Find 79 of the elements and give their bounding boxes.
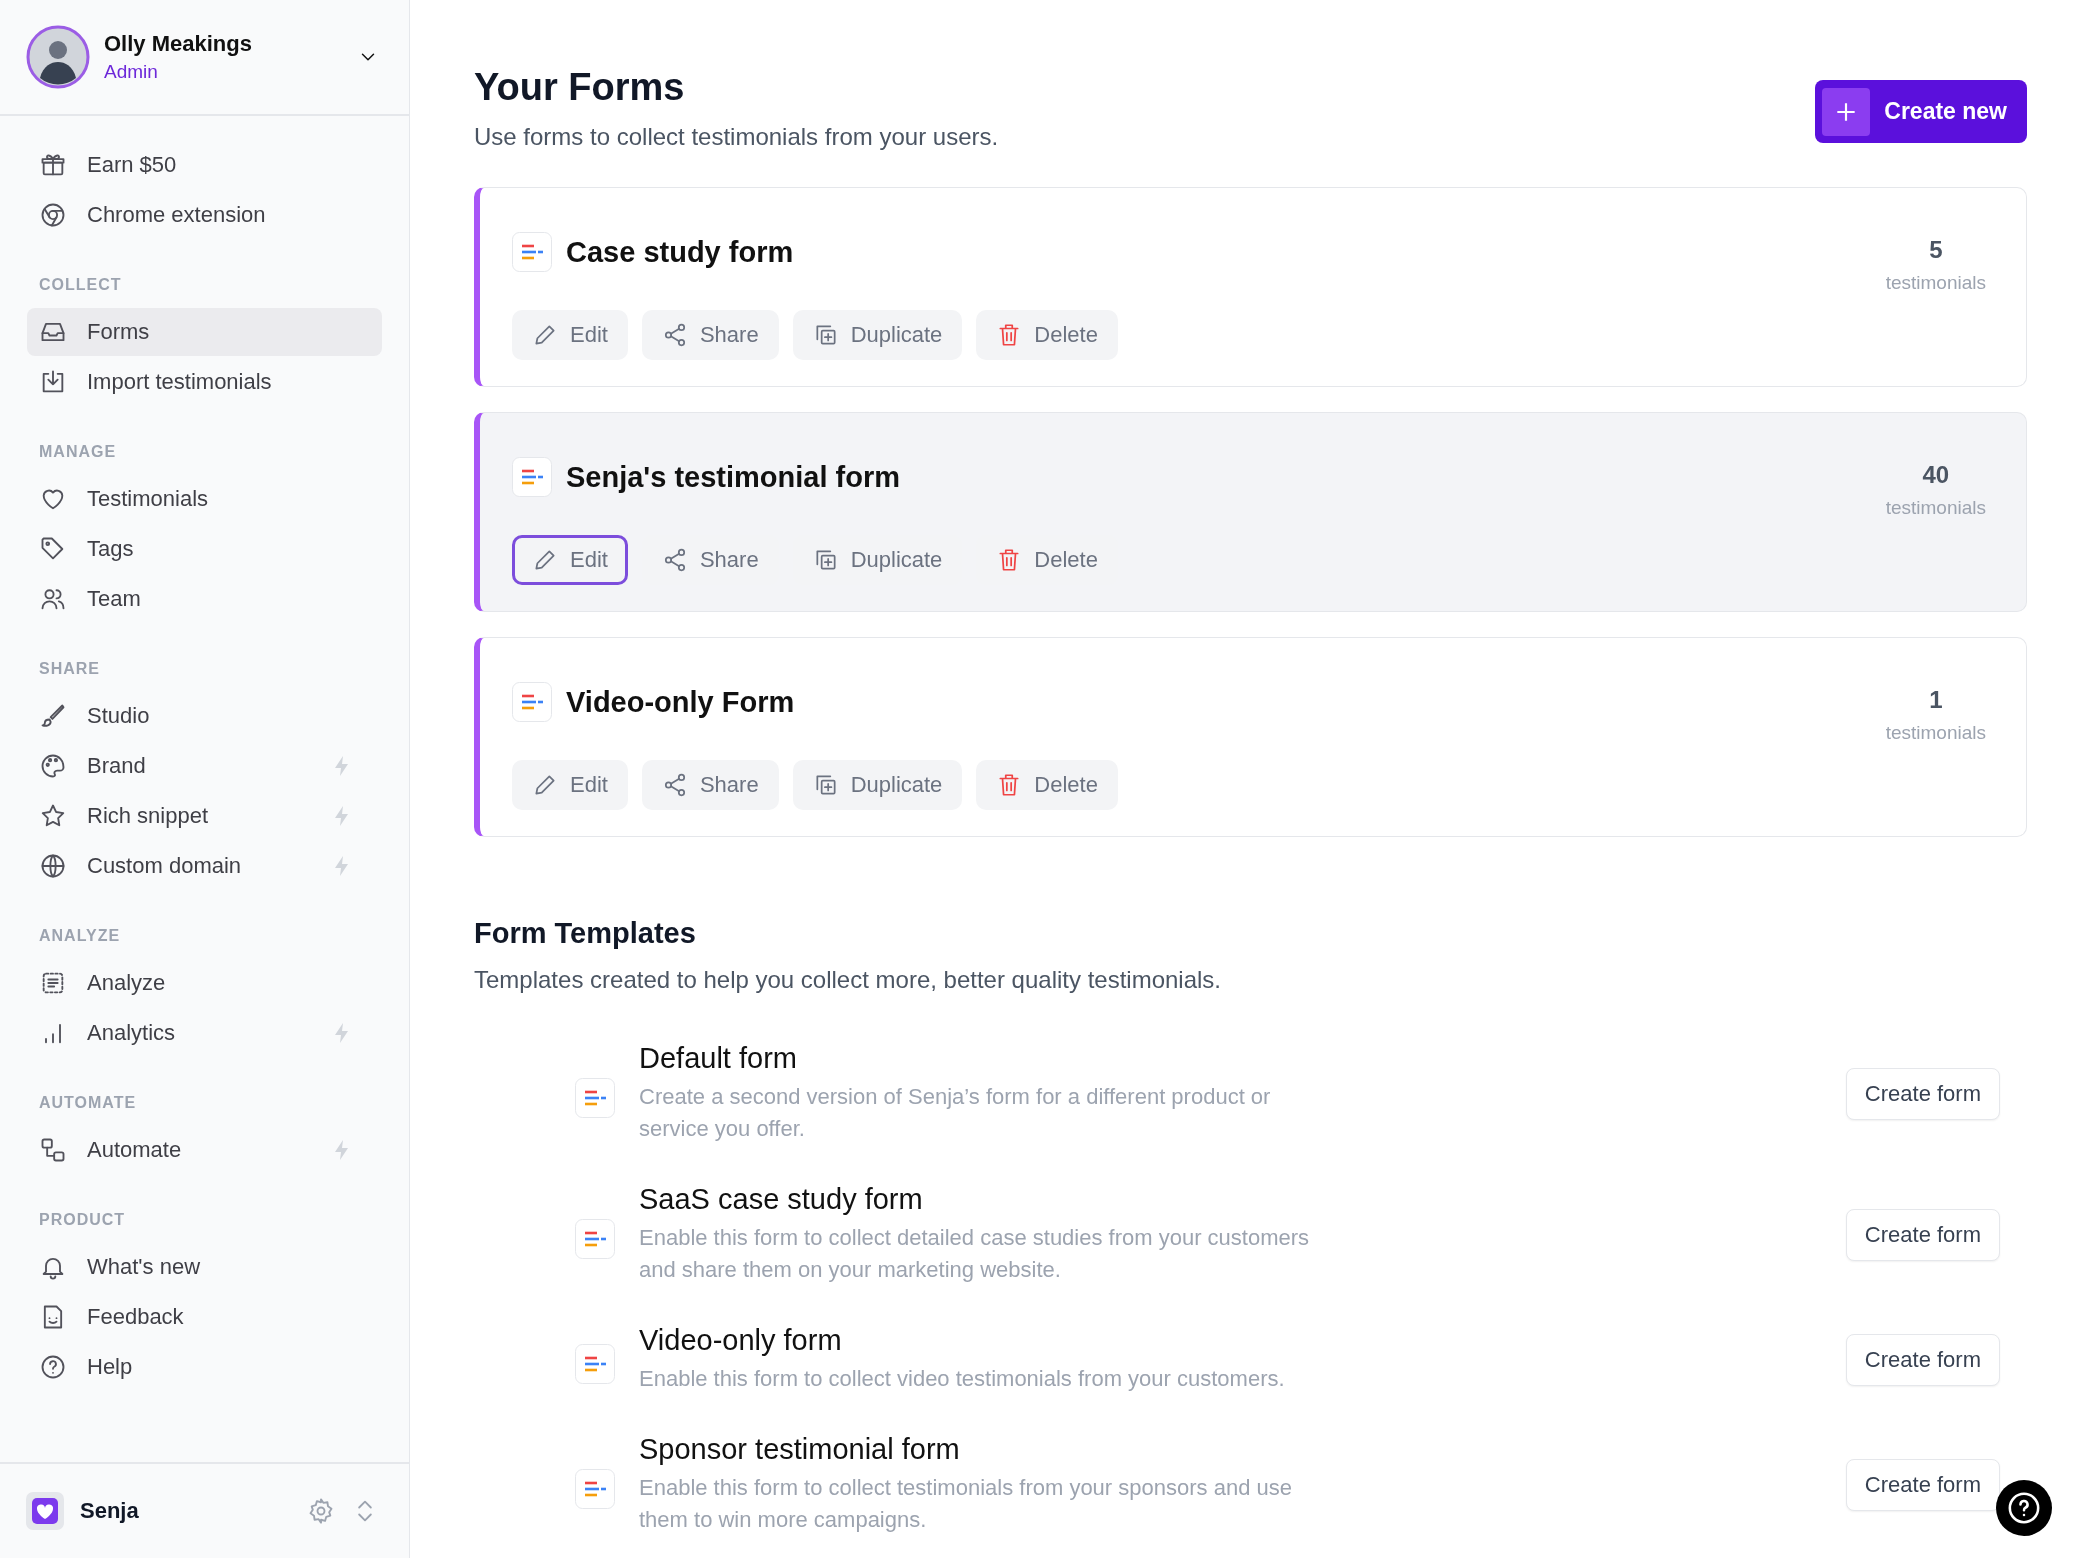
section-subtitle: Templates created to help you collect more, better quality testimonials. [474, 966, 1223, 994]
chrome-icon [39, 201, 67, 229]
duplicate-button[interactable]: Duplicate [792, 310, 963, 360]
sidebar-item[interactable]: What's new [27, 1243, 382, 1291]
section-title: Form Templates [474, 917, 697, 950]
share-button[interactable]: Share [641, 760, 779, 810]
section-heading: ANALYZE [38, 926, 122, 946]
nodes-icon [39, 1136, 67, 1164]
sidebar-item[interactable]: Chrome extension [27, 191, 382, 239]
template-title: Sponsor testimonial form [639, 1433, 961, 1466]
create-new-button[interactable]: Create new [1815, 80, 2027, 143]
question-icon [2007, 1491, 2041, 1525]
sidebar-item[interactable]: Analytics [27, 1009, 382, 1057]
section-heading: MANAGE [38, 442, 118, 462]
create-form-button[interactable]: Create form [1845, 1208, 2000, 1261]
template-description: Enable this form to collect detailed case studies from your customers and share them on your marketing website. [639, 1224, 1311, 1284]
logo-icon [26, 1492, 64, 1530]
sidebar-item[interactable]: Forms [27, 308, 382, 356]
count-label: testimonials [1885, 497, 1986, 519]
delete-button[interactable]: Delete [976, 310, 1118, 360]
template-description: Create a second version of Senja’s form for a different product or service you offer. [639, 1083, 1272, 1143]
sidebar-item[interactable]: Earn $50 [27, 141, 382, 189]
page-subtitle: Use forms to collect testimonials from your users. [474, 123, 999, 151]
testimonial-count: 5 [1929, 236, 1943, 264]
form-icon [512, 682, 552, 722]
workspace-name: Senja [80, 1498, 140, 1524]
sidebar-item[interactable]: Help [27, 1343, 382, 1391]
section-heading: AUTOMATE [38, 1093, 138, 1113]
testimonial-count: 1 [1929, 686, 1943, 714]
testimonial-count: 40 [1922, 461, 1950, 489]
template-description: Enable this form to collect video testimonials from your customers. [639, 1365, 1286, 1393]
section-heading: SHARE [38, 659, 101, 679]
brush-icon [39, 702, 67, 730]
form-icon [575, 1343, 615, 1384]
create-form-button[interactable]: Create form [1845, 1067, 2000, 1120]
create-form-button[interactable]: Create form [1845, 1458, 2000, 1511]
form-icon [512, 232, 552, 272]
form-icon [575, 1468, 615, 1509]
user-name: Olly Meakings [104, 31, 253, 57]
form-title: Senja's testimonial form [566, 460, 901, 494]
form-icon [575, 1077, 615, 1118]
template-title: Video-only form [639, 1324, 843, 1357]
sidebar-item[interactable]: Feedback [27, 1293, 382, 1341]
duplicate-button[interactable]: Duplicate [792, 760, 963, 810]
template-title: SaaS case study form [639, 1183, 924, 1216]
sidebar-item[interactable]: Rich snippet [27, 792, 382, 840]
page-title: Your Forms [474, 66, 686, 109]
palette-icon [39, 752, 67, 780]
create-form-button[interactable]: Create form [1845, 1333, 2000, 1386]
count-label: testimonials [1885, 722, 1986, 744]
sidebar-item[interactable]: Automate [27, 1126, 382, 1174]
form-title: Case study form [566, 235, 794, 269]
sidebar-item[interactable]: Brand [27, 742, 382, 790]
help-icon [39, 1353, 67, 1381]
globe-icon [39, 852, 67, 880]
gear-icon [307, 1497, 335, 1525]
share-button[interactable]: Share [641, 310, 779, 360]
form-title: Video-only Form [566, 685, 795, 719]
section-heading: PRODUCT [38, 1210, 127, 1230]
sidebar-item[interactable]: Custom domain [27, 842, 382, 890]
help-button[interactable] [1996, 1480, 2052, 1536]
template-title: Default form [639, 1042, 798, 1075]
edit-button[interactable]: Edit [512, 760, 628, 810]
template-description: Enable this form to collect testimonials from your sponsors and use them to win more campaigns. [639, 1474, 1293, 1534]
sidebar-item[interactable]: Analyze [27, 959, 382, 1007]
sidebar-item[interactable]: Studio [27, 692, 382, 740]
form-icon [575, 1218, 615, 1259]
section-heading: COLLECT [38, 275, 123, 295]
count-label: testimonials [1885, 272, 1986, 294]
user-role: Admin [104, 61, 159, 83]
sidebar-item[interactable]: Team [27, 575, 382, 623]
edit-button[interactable]: Edit [512, 535, 628, 585]
delete-button[interactable]: Delete [976, 760, 1118, 810]
sidebar-item[interactable]: Tags [27, 525, 382, 573]
avatar [26, 25, 90, 89]
form-icon [512, 457, 552, 497]
sidebar-item[interactable]: Import testimonials [27, 358, 382, 406]
edit-button[interactable]: Edit [512, 310, 628, 360]
sidebar-item[interactable]: Testimonials [27, 475, 382, 523]
